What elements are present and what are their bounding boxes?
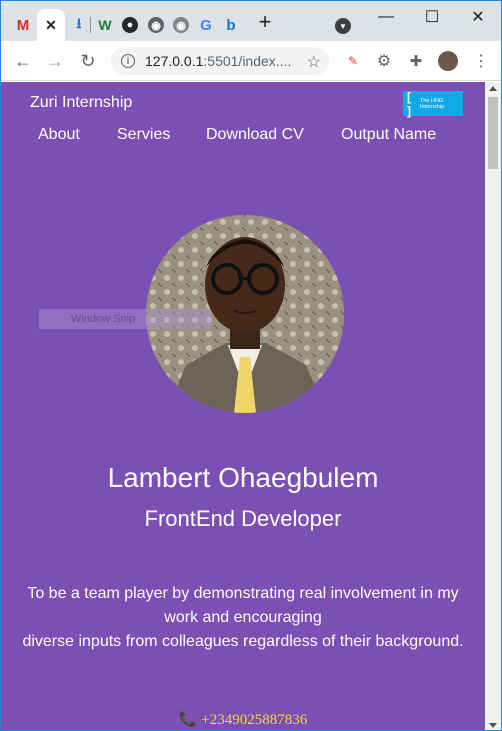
profile-role: FrontEnd Developer (144, 506, 342, 531)
forward-arrow-icon[interactable]: → (45, 51, 65, 71)
nav-download-cv[interactable]: Download CV (206, 126, 304, 144)
tab-strip: M ✕ ⭳ W ● ◉ ◉ G b + ▼ — ☐ ✕ (1, 1, 501, 41)
brand-title[interactable]: Zuri Internship (30, 94, 132, 112)
nav-output-name[interactable]: Output Name (341, 126, 436, 144)
tab-gmail[interactable]: M (11, 9, 35, 41)
phone-number: +2349025887836 (201, 712, 308, 728)
hng-logo[interactable]: [ ] The HNG Internship (403, 89, 463, 118)
back-arrow-icon[interactable]: ← (13, 51, 33, 71)
browser-toolbar: ← → ↻ i 127.0.0.1:5501/index.... ☆ ✎ ⚙ ✚… (1, 41, 501, 81)
tab-separator (90, 17, 91, 33)
bio-line: To be a team player by demonstrating rea… (27, 585, 459, 602)
address-bar[interactable]: i 127.0.0.1:5501/index.... ☆ (111, 47, 329, 75)
main-nav: About Servies Download CV Output Name (1, 126, 485, 148)
google-icon: G (200, 16, 212, 34)
tab-downloads[interactable]: ⭳ (67, 9, 91, 41)
phone-icon: 📞 (178, 712, 198, 728)
contact-phone[interactable]: 📞 +2349025887836 (1, 710, 485, 729)
w-site-icon: W (98, 17, 112, 33)
maximize-button[interactable]: ☐ (409, 5, 455, 29)
nav-about[interactable]: About (38, 126, 80, 144)
tab-google[interactable]: G (194, 9, 218, 41)
extensions-puzzle-icon[interactable]: ✚ (406, 51, 426, 71)
settings-gear-icon[interactable]: ⚙ (374, 51, 394, 71)
close-window-button[interactable]: ✕ (455, 5, 501, 29)
minimize-button[interactable]: — (363, 5, 409, 29)
scroll-up-arrow-icon[interactable] (489, 86, 497, 91)
tab-globe-2[interactable]: ◉ (169, 9, 193, 41)
window-snip-overlay: Window Snip (39, 309, 211, 329)
profile-bio: To be a team player by demonstrating rea… (13, 582, 473, 654)
bing-icon: b (226, 16, 236, 34)
tab-active[interactable]: ✕ (37, 9, 65, 41)
bookmark-star-icon[interactable]: ☆ (307, 52, 321, 72)
logo-text: The HNG Internship (419, 97, 445, 110)
tab-search-icon[interactable]: ▼ (335, 18, 351, 34)
tab-bing[interactable]: b (219, 9, 243, 41)
tab-globe-1[interactable]: ◉ (144, 9, 168, 41)
new-tab-button[interactable]: + (257, 11, 273, 33)
logo-bracket-icon: [ ] (407, 89, 411, 118)
tab-w[interactable]: W (93, 9, 117, 41)
globe-icon: ◉ (173, 17, 189, 33)
bio-line: work and encouraging (164, 609, 322, 626)
github-icon: ● (122, 17, 138, 33)
bio-line: diverse inputs from colleagues regardles… (22, 633, 464, 650)
page-viewport: Zuri Internship [ ] The HNG Internship A… (1, 82, 485, 730)
info-icon[interactable]: i (121, 54, 135, 68)
url-path: :5501/index.... (203, 53, 292, 69)
close-tab-icon[interactable]: ✕ (45, 17, 57, 34)
gmail-icon: M (16, 16, 30, 34)
menu-kebab-icon[interactable]: ⋮ (471, 51, 491, 71)
globe-icon: ◉ (148, 17, 164, 33)
reload-icon[interactable]: ↻ (78, 51, 98, 71)
vertical-scrollbar[interactable] (485, 82, 501, 730)
nav-services[interactable]: Servies (117, 126, 170, 144)
tab-github[interactable]: ● (118, 9, 142, 41)
scroll-down-arrow-icon[interactable] (489, 723, 497, 728)
extension-color-icon[interactable]: ✎ (343, 51, 363, 71)
profile-name: Lambert Ohaegbulem (107, 462, 379, 493)
scroll-thumb[interactable] (488, 97, 498, 169)
profile-avatar[interactable] (438, 51, 458, 71)
browser-window: M ✕ ⭳ W ● ◉ ◉ G b + ▼ — ☐ ✕ ← → ↻ i 127.… (0, 0, 502, 731)
url-host: 127.0.0.1 (145, 53, 204, 69)
address-bar-url: 127.0.0.1:5501/index.... (145, 53, 291, 69)
download-icon: ⭳ (76, 15, 82, 31)
